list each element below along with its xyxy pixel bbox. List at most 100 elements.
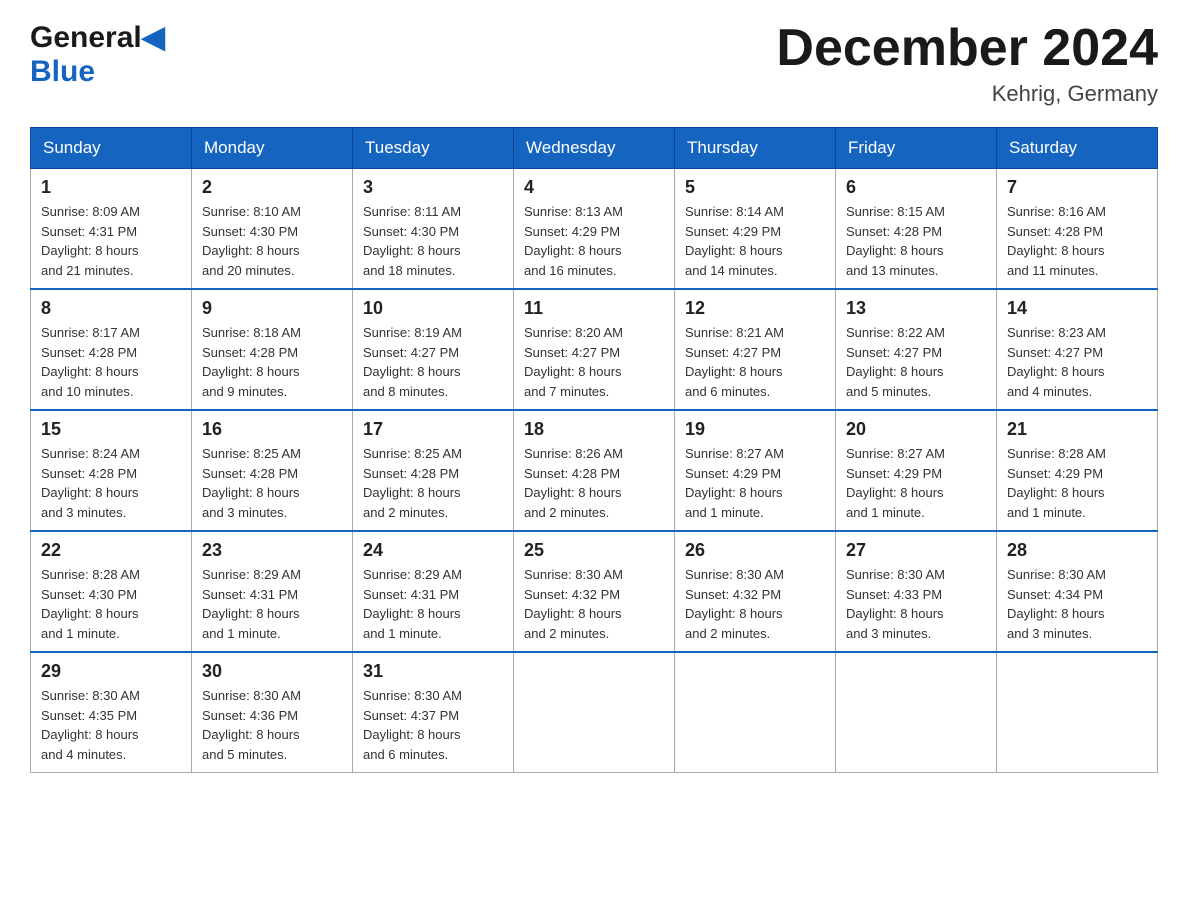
- table-row: 28Sunrise: 8:30 AMSunset: 4:34 PMDayligh…: [997, 531, 1158, 652]
- month-title: December 2024: [776, 20, 1158, 77]
- day-info: Sunrise: 8:28 AMSunset: 4:30 PMDaylight:…: [41, 565, 181, 643]
- day-info: Sunrise: 8:23 AMSunset: 4:27 PMDaylight:…: [1007, 323, 1147, 401]
- day-number: 25: [524, 540, 664, 561]
- table-row: 31 Sunrise: 8:30 AMSunset: 4:37 PMDayligh…: [353, 652, 514, 773]
- day-number: 26: [685, 540, 825, 561]
- table-row: 4 Sunrise: 8:13 AMSunset: 4:29 PMDaylight…: [514, 169, 675, 290]
- day-number: 1: [41, 177, 181, 198]
- table-row: 9 Sunrise: 8:18 AMSunset: 4:28 PMDaylight…: [192, 289, 353, 410]
- day-info: Sunrise: 8:25 AMSunset: 4:28 PMDaylight:…: [202, 444, 342, 522]
- table-row: [997, 652, 1158, 773]
- day-number: 18: [524, 419, 664, 440]
- table-row: [675, 652, 836, 773]
- day-info: Sunrise: 8:17 AMSunset: 4:28 PMDaylight:…: [41, 323, 181, 401]
- day-info: Sunrise: 8:11 AMSunset: 4:30 PMDaylight:…: [363, 202, 503, 280]
- table-row: [514, 652, 675, 773]
- day-number: 23: [202, 540, 342, 561]
- col-sunday: Sunday: [31, 128, 192, 169]
- day-number: 12: [685, 298, 825, 319]
- calendar-table: Sunday Monday Tuesday Wednesday Thursday…: [30, 127, 1158, 773]
- day-number: 15: [41, 419, 181, 440]
- day-number: 3: [363, 177, 503, 198]
- day-info: Sunrise: 8:18 AMSunset: 4:28 PMDaylight:…: [202, 323, 342, 401]
- day-number: 21: [1007, 419, 1147, 440]
- day-info: Sunrise: 8:09 AMSunset: 4:31 PMDaylight:…: [41, 202, 181, 280]
- table-row: 29 Sunrise: 8:30 AMSunset: 4:35 PMDayligh…: [31, 652, 192, 773]
- table-row: 13Sunrise: 8:22 AMSunset: 4:27 PMDayligh…: [836, 289, 997, 410]
- col-wednesday: Wednesday: [514, 128, 675, 169]
- logo-general-text: General◀: [30, 20, 165, 55]
- table-row: 30 Sunrise: 8:30 AMSunset: 4:36 PMDayligh…: [192, 652, 353, 773]
- day-info: Sunrise: 8:30 AMSunset: 4:35 PMDaylight:…: [41, 686, 181, 764]
- calendar-header-row: Sunday Monday Tuesday Wednesday Thursday…: [31, 128, 1158, 169]
- logo-blue-row: Blue: [30, 55, 95, 89]
- table-row: 2 Sunrise: 8:10 AMSunset: 4:30 PMDaylight…: [192, 169, 353, 290]
- calendar-week-5: 29 Sunrise: 8:30 AMSunset: 4:35 PMDayligh…: [31, 652, 1158, 773]
- day-number: 24: [363, 540, 503, 561]
- col-friday: Friday: [836, 128, 997, 169]
- table-row: 18 Sunrise: 8:26 AMSunset: 4:28 PMDayligh…: [514, 410, 675, 531]
- table-row: 22 Sunrise: 8:28 AMSunset: 4:30 PMDayligh…: [31, 531, 192, 652]
- table-row: 11Sunrise: 8:20 AMSunset: 4:27 PMDayligh…: [514, 289, 675, 410]
- day-number: 17: [363, 419, 503, 440]
- day-number: 30: [202, 661, 342, 682]
- day-info: Sunrise: 8:30 AMSunset: 4:33 PMDaylight:…: [846, 565, 986, 643]
- day-number: 7: [1007, 177, 1147, 198]
- day-info: Sunrise: 8:16 AMSunset: 4:28 PMDaylight:…: [1007, 202, 1147, 280]
- day-info: Sunrise: 8:28 AMSunset: 4:29 PMDaylight:…: [1007, 444, 1147, 522]
- day-number: 8: [41, 298, 181, 319]
- day-number: 22: [41, 540, 181, 561]
- day-number: 19: [685, 419, 825, 440]
- day-info: Sunrise: 8:27 AMSunset: 4:29 PMDaylight:…: [685, 444, 825, 522]
- col-thursday: Thursday: [675, 128, 836, 169]
- day-info: Sunrise: 8:29 AMSunset: 4:31 PMDaylight:…: [363, 565, 503, 643]
- calendar-week-1: 1 Sunrise: 8:09 AMSunset: 4:31 PMDaylight…: [31, 169, 1158, 290]
- day-number: 5: [685, 177, 825, 198]
- day-number: 29: [41, 661, 181, 682]
- table-row: 3 Sunrise: 8:11 AMSunset: 4:30 PMDaylight…: [353, 169, 514, 290]
- table-row: 23 Sunrise: 8:29 AMSunset: 4:31 PMDayligh…: [192, 531, 353, 652]
- day-info: Sunrise: 8:25 AMSunset: 4:28 PMDaylight:…: [363, 444, 503, 522]
- table-row: 10 Sunrise: 8:19 AMSunset: 4:27 PMDayligh…: [353, 289, 514, 410]
- day-info: Sunrise: 8:27 AMSunset: 4:29 PMDaylight:…: [846, 444, 986, 522]
- table-row: 21 Sunrise: 8:28 AMSunset: 4:29 PMDayligh…: [997, 410, 1158, 531]
- day-info: Sunrise: 8:30 AMSunset: 4:34 PMDaylight:…: [1007, 565, 1147, 643]
- day-number: 13: [846, 298, 986, 319]
- calendar-week-2: 8 Sunrise: 8:17 AMSunset: 4:28 PMDaylight…: [31, 289, 1158, 410]
- col-tuesday: Tuesday: [353, 128, 514, 169]
- calendar-week-4: 22 Sunrise: 8:28 AMSunset: 4:30 PMDayligh…: [31, 531, 1158, 652]
- day-info: Sunrise: 8:20 AMSunset: 4:27 PMDaylight:…: [524, 323, 664, 401]
- day-info: Sunrise: 8:10 AMSunset: 4:30 PMDaylight:…: [202, 202, 342, 280]
- page-header: General◀ Blue December 2024 Kehrig, Germ…: [30, 20, 1158, 107]
- col-monday: Monday: [192, 128, 353, 169]
- day-info: Sunrise: 8:19 AMSunset: 4:27 PMDaylight:…: [363, 323, 503, 401]
- day-info: Sunrise: 8:30 AMSunset: 4:32 PMDaylight:…: [524, 565, 664, 643]
- table-row: [836, 652, 997, 773]
- day-number: 2: [202, 177, 342, 198]
- table-row: 19 Sunrise: 8:27 AMSunset: 4:29 PMDayligh…: [675, 410, 836, 531]
- day-info: Sunrise: 8:29 AMSunset: 4:31 PMDaylight:…: [202, 565, 342, 643]
- table-row: 20Sunrise: 8:27 AMSunset: 4:29 PMDayligh…: [836, 410, 997, 531]
- day-info: Sunrise: 8:30 AMSunset: 4:36 PMDaylight:…: [202, 686, 342, 764]
- table-row: 14 Sunrise: 8:23 AMSunset: 4:27 PMDayligh…: [997, 289, 1158, 410]
- day-info: Sunrise: 8:21 AMSunset: 4:27 PMDaylight:…: [685, 323, 825, 401]
- table-row: 15Sunrise: 8:24 AMSunset: 4:28 PMDayligh…: [31, 410, 192, 531]
- table-row: 26Sunrise: 8:30 AMSunset: 4:32 PMDayligh…: [675, 531, 836, 652]
- day-info: Sunrise: 8:26 AMSunset: 4:28 PMDaylight:…: [524, 444, 664, 522]
- day-number: 9: [202, 298, 342, 319]
- day-number: 31: [363, 661, 503, 682]
- location-label: Kehrig, Germany: [776, 81, 1158, 107]
- day-number: 14: [1007, 298, 1147, 319]
- table-row: 24 Sunrise: 8:29 AMSunset: 4:31 PMDayligh…: [353, 531, 514, 652]
- day-number: 4: [524, 177, 664, 198]
- day-info: Sunrise: 8:30 AMSunset: 4:37 PMDaylight:…: [363, 686, 503, 764]
- day-info: Sunrise: 8:13 AMSunset: 4:29 PMDaylight:…: [524, 202, 664, 280]
- table-row: 12 Sunrise: 8:21 AMSunset: 4:27 PMDayligh…: [675, 289, 836, 410]
- table-row: 25 Sunrise: 8:30 AMSunset: 4:32 PMDayligh…: [514, 531, 675, 652]
- title-section: December 2024 Kehrig, Germany: [776, 20, 1158, 107]
- day-number: 10: [363, 298, 503, 319]
- table-row: 17 Sunrise: 8:25 AMSunset: 4:28 PMDayligh…: [353, 410, 514, 531]
- day-info: Sunrise: 8:14 AMSunset: 4:29 PMDaylight:…: [685, 202, 825, 280]
- table-row: 27Sunrise: 8:30 AMSunset: 4:33 PMDayligh…: [836, 531, 997, 652]
- day-number: 6: [846, 177, 986, 198]
